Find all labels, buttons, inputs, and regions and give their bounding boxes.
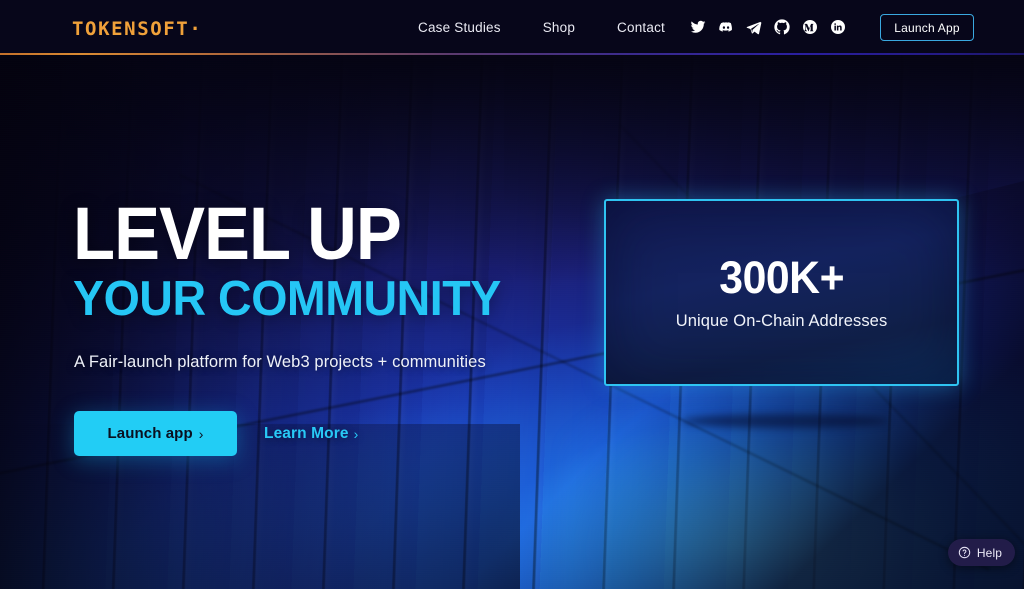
hero-headline-line1: LEVEL UP (73, 192, 402, 275)
main-nav: Case Studies Shop Contact (418, 0, 665, 54)
twitter-icon[interactable] (690, 19, 706, 35)
question-circle-icon (958, 546, 971, 559)
stat-card-drop-shadow (682, 414, 888, 428)
nav-case-studies[interactable]: Case Studies (418, 20, 501, 35)
landing-page: TOKENSOFT· Case Studies Shop Contact Lau… (0, 0, 1024, 589)
github-icon[interactable] (774, 19, 790, 35)
chevron-right-icon: › (198, 425, 204, 442)
social-links (690, 0, 846, 54)
nav-shop[interactable]: Shop (543, 20, 575, 35)
stat-card: 300K+ Unique On-Chain Addresses (604, 199, 959, 386)
hero-launch-app-button[interactable]: Launch app › (74, 411, 237, 456)
discord-icon[interactable] (718, 19, 734, 35)
site-logo-text: TOKENSOFT (72, 18, 190, 40)
header-accent-rule (0, 53, 1024, 55)
hero-launch-app-label: Launch app (107, 425, 193, 442)
help-widget[interactable]: Help (947, 539, 1015, 566)
stat-card-label: Unique On-Chain Addresses (675, 311, 888, 330)
site-header: TOKENSOFT· Case Studies Shop Contact Lau… (0, 0, 1024, 54)
linkedin-icon[interactable] (830, 19, 846, 35)
site-logo[interactable]: TOKENSOFT· (72, 18, 201, 40)
chevron-right-icon: › (353, 425, 359, 442)
hero-headline-line2: YOUR COMMUNITY (73, 272, 501, 326)
hero-subtitle: A Fair-launch platform for Web3 projects… (74, 353, 486, 371)
help-widget-label: Help (976, 545, 1002, 560)
header-launch-app-button[interactable]: Launch App (880, 14, 974, 41)
site-logo-mark: · (189, 18, 201, 40)
hero-learn-more-label: Learn More (264, 424, 349, 442)
nav-contact[interactable]: Contact (617, 20, 665, 35)
hero-learn-more-link[interactable]: Learn More › (264, 425, 358, 443)
telegram-icon[interactable] (746, 19, 762, 35)
hero-section: LEVEL UP YOUR COMMUNITY A Fair-launch pl… (0, 0, 1024, 589)
stat-card-value: 300K+ (719, 251, 844, 303)
hero-cta-row: Launch app › Learn More › (74, 411, 358, 456)
medium-icon[interactable] (802, 19, 818, 35)
